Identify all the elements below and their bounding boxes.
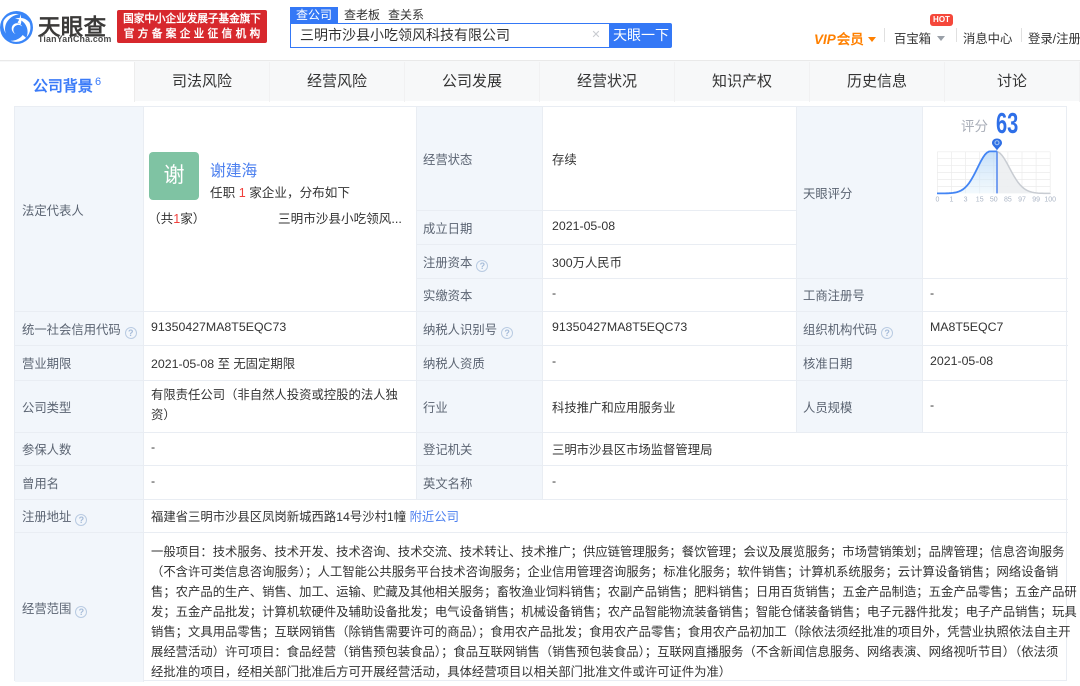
svg-text:0: 0 <box>935 197 939 204</box>
svg-text:1: 1 <box>950 197 954 204</box>
svg-text:50: 50 <box>990 197 998 204</box>
svg-text:3: 3 <box>964 197 968 204</box>
svg-text:99: 99 <box>1032 197 1040 204</box>
svg-text:97: 97 <box>1018 197 1026 204</box>
svg-text:100: 100 <box>1044 197 1056 204</box>
svg-text:15: 15 <box>976 197 984 204</box>
svg-text:85: 85 <box>1004 197 1012 204</box>
